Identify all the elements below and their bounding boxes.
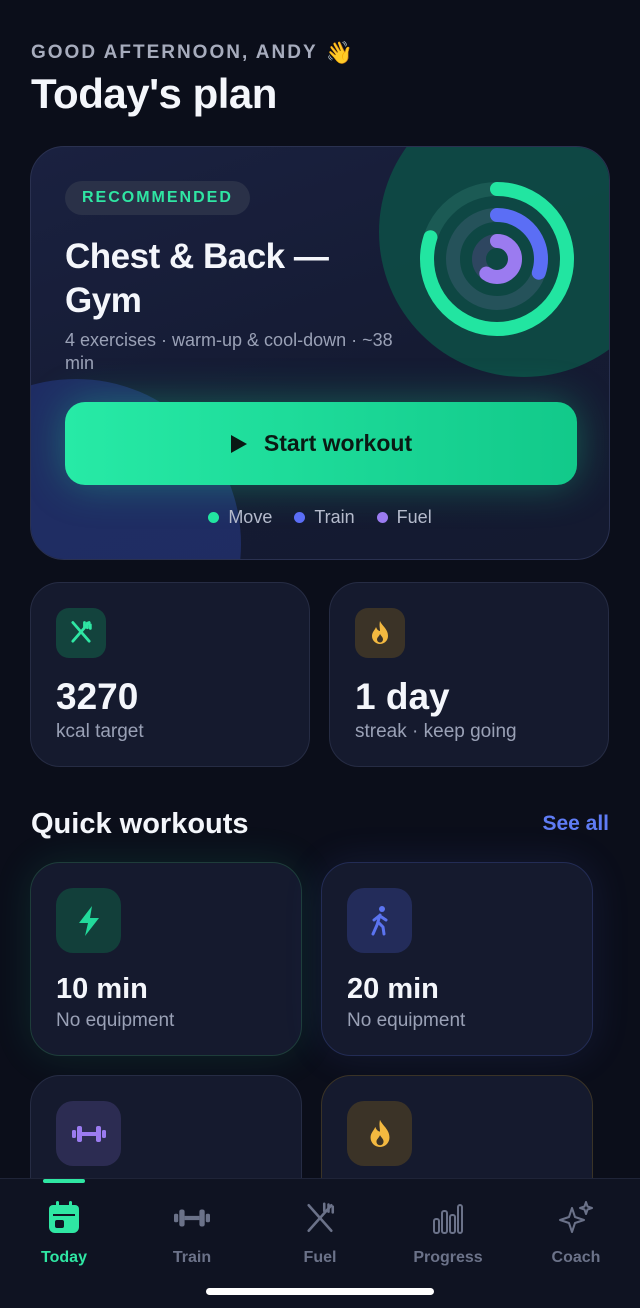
legend-dot [376, 512, 388, 523]
tab-label: Coach [551, 1249, 601, 1266]
icon-container [347, 1101, 412, 1166]
fork-knife-icon [301, 1199, 339, 1237]
home-indicator[interactable] [206, 1288, 434, 1295]
play-icon [230, 434, 247, 453]
calorie-target-card[interactable]: 3270 kcal target [30, 582, 310, 767]
legend-dot [208, 512, 220, 523]
legend-item-fuel: Fuel [376, 507, 432, 528]
activity-rings [420, 182, 574, 336]
legend-dot [294, 512, 306, 523]
streak-label: streak · keep going [355, 721, 517, 742]
workout-equipment: No equipment [56, 1010, 175, 1031]
dumbbell-icon [71, 1125, 106, 1142]
tab-label: Train [172, 1249, 212, 1266]
today-screen: GOOD AFTERNOON, ANDY 👋 Today's plan RECO… [0, 0, 640, 1308]
tab-label: Progress [413, 1249, 483, 1266]
streak-value: 1 day [355, 676, 450, 717]
active-tab-indicator [43, 1179, 85, 1183]
start-workout-button[interactable]: Start workout [65, 402, 577, 485]
workout-duration: 20 min [347, 973, 439, 1005]
streak-card[interactable]: 1 day streak · keep going [329, 582, 609, 767]
see-all-link[interactable]: See all [542, 812, 609, 836]
waving-hand-icon: 👋 [325, 40, 356, 65]
legend-item-train: Train [294, 507, 355, 528]
start-workout-label: Start workout [263, 430, 413, 456]
flame-icon [372, 621, 388, 644]
flame-icon [370, 1119, 389, 1147]
quick-workouts-title: Quick workouts [31, 808, 249, 840]
tab-progress[interactable]: Progress [384, 1179, 512, 1279]
bar-chart-icon [429, 1199, 467, 1237]
workout-subtitle: 4 exercises · warm-up & cool-down · ~38 … [65, 330, 393, 373]
icon-container [56, 1101, 121, 1166]
icon-container [347, 888, 412, 953]
tab-today[interactable]: Today [0, 1179, 128, 1279]
page-title: Today's plan [31, 70, 277, 117]
tab-label: Fuel [303, 1249, 337, 1266]
workout-duration: 10 min [56, 973, 148, 1005]
tab-fuel[interactable]: Fuel [256, 1179, 384, 1279]
icon-container [56, 608, 106, 658]
calorie-target-label: kcal target [56, 721, 144, 742]
legend-label: Move [228, 507, 273, 527]
workout-title: Chest & Back — Gym [65, 237, 329, 320]
fork-knife-icon [71, 621, 92, 643]
greeting-text: GOOD AFTERNOON, ANDY [31, 42, 318, 63]
walking-person-icon [371, 905, 387, 935]
lightning-icon [78, 905, 99, 936]
quick-workout-card-20min[interactable]: 20 min No equipment [321, 862, 593, 1056]
icon-container [355, 608, 405, 658]
dumbbell-icon [173, 1199, 211, 1237]
tab-coach[interactable]: Coach [512, 1179, 640, 1279]
legend-label: Train [314, 507, 355, 527]
icon-container [56, 888, 121, 953]
tab-train[interactable]: Train [128, 1179, 256, 1279]
workout-equipment: No equipment [347, 1010, 466, 1031]
tab-label: Today [41, 1249, 87, 1266]
recommended-workout-card[interactable]: RECOMMENDED Chest & Back — Gym 4 exercis… [30, 146, 610, 560]
legend-item-move: Move [208, 507, 272, 528]
quick-workout-card-10min[interactable]: 10 min No equipment [30, 862, 302, 1056]
calorie-target-value: 3270 [56, 676, 139, 717]
calendar-icon [45, 1199, 83, 1237]
legend-label: Fuel [396, 507, 432, 527]
rings-legend: Move Train Fuel [31, 507, 609, 528]
greeting: GOOD AFTERNOON, ANDY 👋 [31, 40, 355, 66]
sparkles-icon [557, 1199, 595, 1237]
recommended-badge: RECOMMENDED [65, 181, 250, 215]
